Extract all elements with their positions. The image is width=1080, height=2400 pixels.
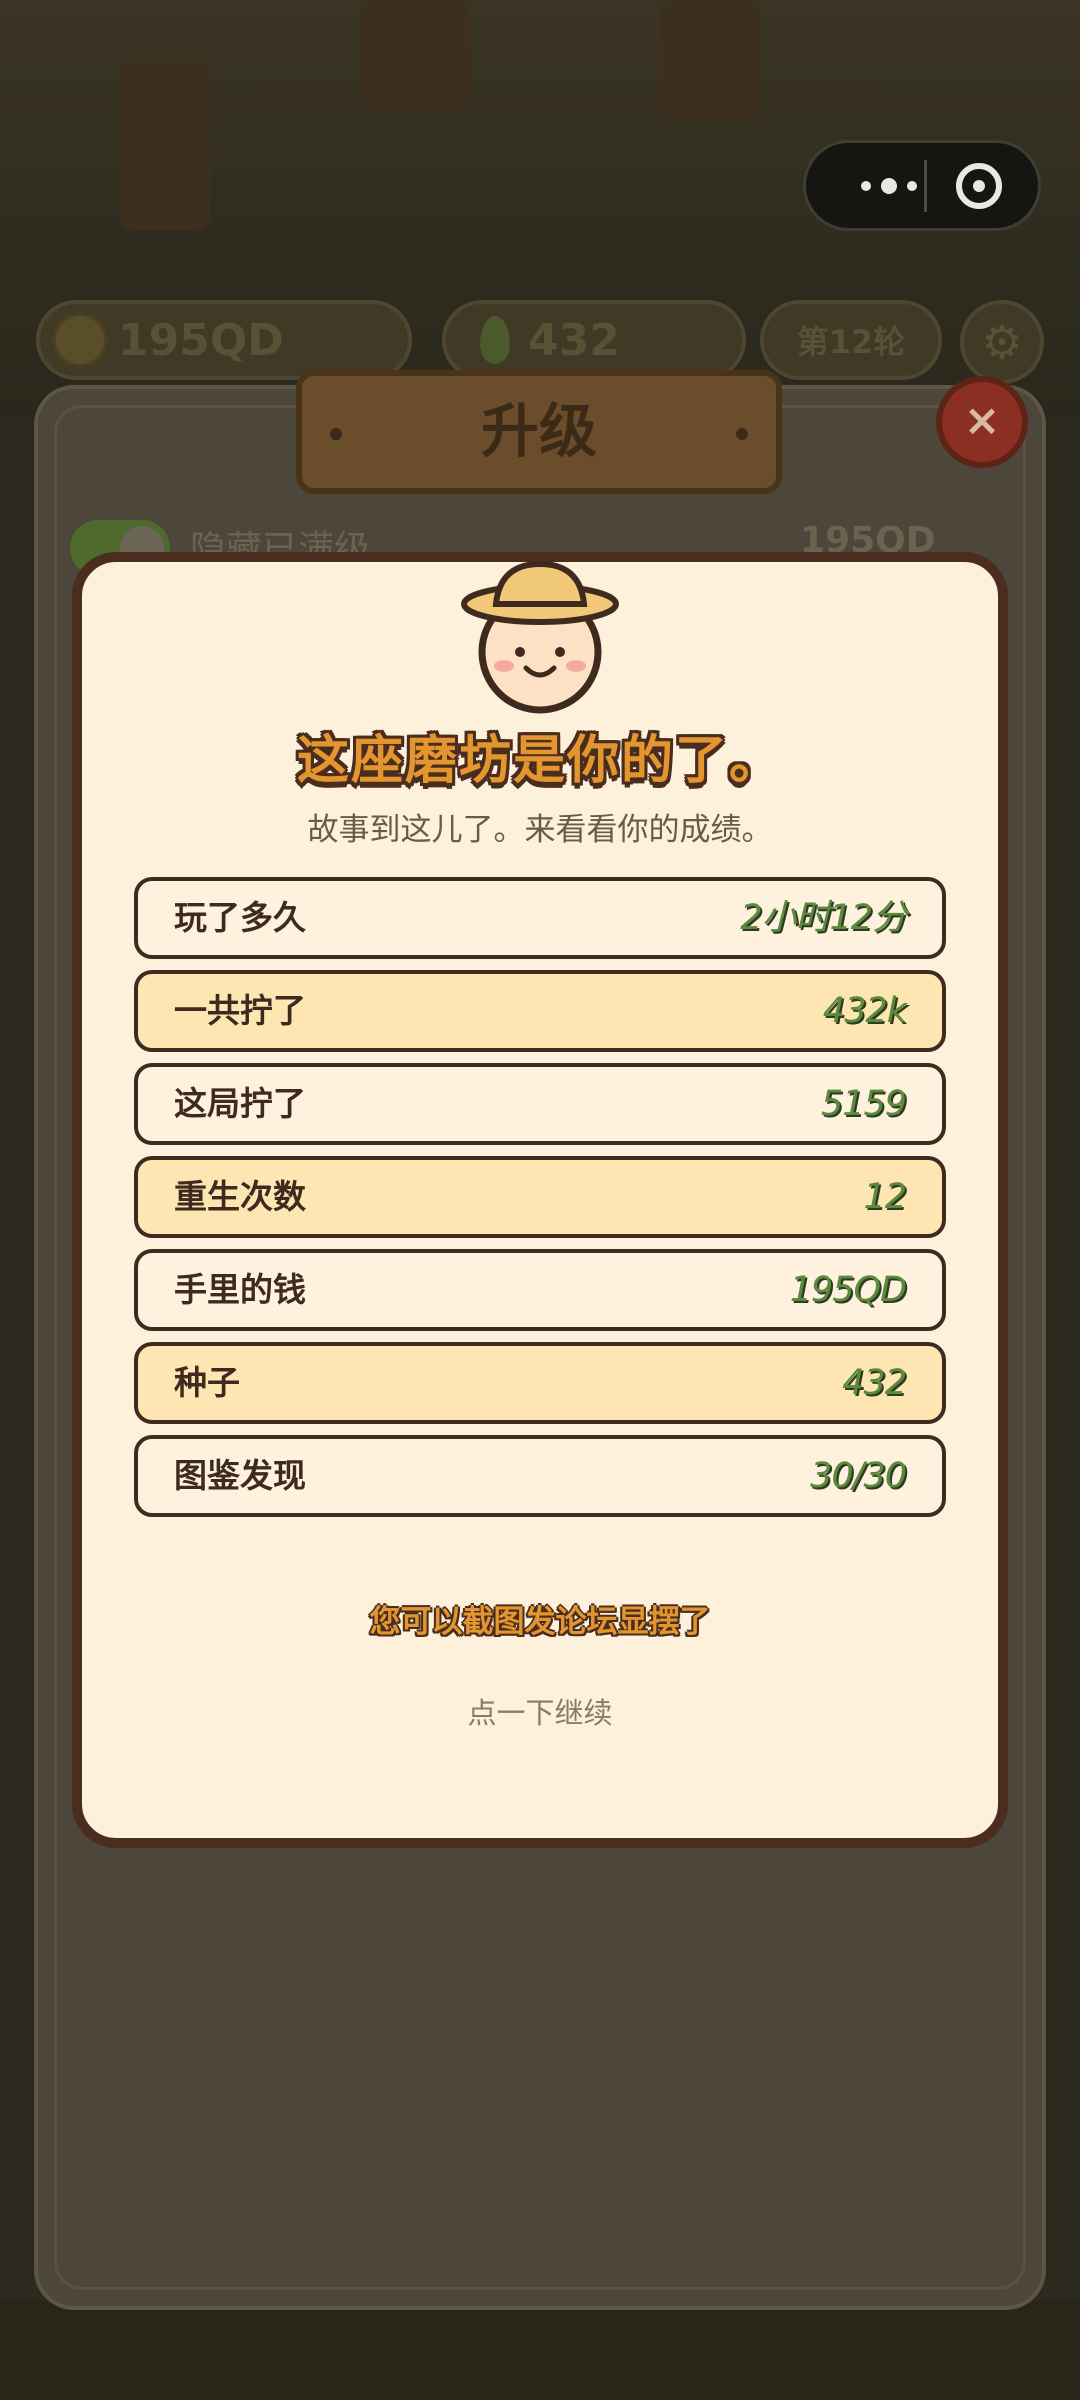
coin-icon bbox=[52, 312, 108, 368]
round-value: 第12轮 bbox=[796, 323, 906, 361]
stat-value: 432 bbox=[842, 1363, 907, 1403]
stat-row-seeds: 种子 432 bbox=[134, 1342, 946, 1424]
stat-row-round-twists: 这局拧了 5159 bbox=[134, 1063, 946, 1145]
stat-value: 5159 bbox=[820, 1084, 907, 1124]
nail-icon bbox=[330, 428, 342, 440]
money-counter: 195QD bbox=[36, 300, 412, 380]
ending-subtitle: 故事到这儿了。来看看你的成绩。 bbox=[307, 812, 773, 848]
close-button[interactable]: × bbox=[936, 376, 1028, 468]
continue-hint[interactable]: 点一下继续 bbox=[0, 1690, 1080, 1732]
stat-label: 手里的钱 bbox=[174, 1270, 306, 1309]
upgrade-title-plaque: 升级 bbox=[296, 370, 782, 494]
tree-trunk bbox=[360, 0, 470, 110]
nail-icon bbox=[736, 428, 748, 440]
stat-row-rebirths: 重生次数 12 bbox=[134, 1156, 946, 1238]
round-indicator: 第12轮 bbox=[760, 300, 942, 380]
money-value: 195QD bbox=[118, 314, 284, 366]
stat-label: 这局拧了 bbox=[174, 1084, 306, 1123]
stat-value: 195QD bbox=[789, 1270, 907, 1310]
stat-label: 玩了多久 bbox=[174, 898, 306, 937]
share-hint: 您可以截图发论坛显摆了 bbox=[369, 1604, 711, 1640]
farmer-hat-face-icon bbox=[461, 560, 619, 714]
seed-icon bbox=[480, 316, 510, 364]
seed-counter: 432 bbox=[442, 300, 746, 380]
more-dots-icon[interactable] bbox=[834, 143, 944, 228]
stat-row-collection: 图鉴发现 30/30 bbox=[134, 1435, 946, 1517]
stat-row-money: 手里的钱 195QD bbox=[134, 1249, 946, 1331]
tree-trunk bbox=[660, 0, 760, 120]
stat-label: 种子 bbox=[174, 1363, 240, 1402]
stat-value: 432k bbox=[822, 991, 907, 1031]
gear-icon[interactable]: ⚙ bbox=[960, 300, 1044, 384]
target-circle-icon[interactable] bbox=[956, 163, 1002, 209]
stat-label: 图鉴发现 bbox=[174, 1456, 306, 1495]
mini-program-capsule bbox=[803, 140, 1041, 231]
background-ground bbox=[0, 2300, 1080, 2400]
ending-headline: 这座磨坊是你的了。 bbox=[296, 731, 783, 791]
stat-value: 30/30 bbox=[810, 1456, 907, 1496]
seed-value: 432 bbox=[528, 314, 620, 366]
stat-label: 一共拧了 bbox=[174, 991, 306, 1030]
stat-value: 2小时12分 bbox=[740, 898, 907, 938]
stat-value: 12 bbox=[863, 1177, 907, 1217]
stat-label: 重生次数 bbox=[174, 1177, 306, 1216]
tree-trunk bbox=[120, 60, 210, 230]
stat-row-playtime: 玩了多久 2小时12分 bbox=[134, 877, 946, 959]
capsule-divider bbox=[924, 160, 927, 212]
stat-row-total-twists: 一共拧了 432k bbox=[134, 970, 946, 1052]
upgrade-title: 升级 bbox=[480, 397, 597, 465]
